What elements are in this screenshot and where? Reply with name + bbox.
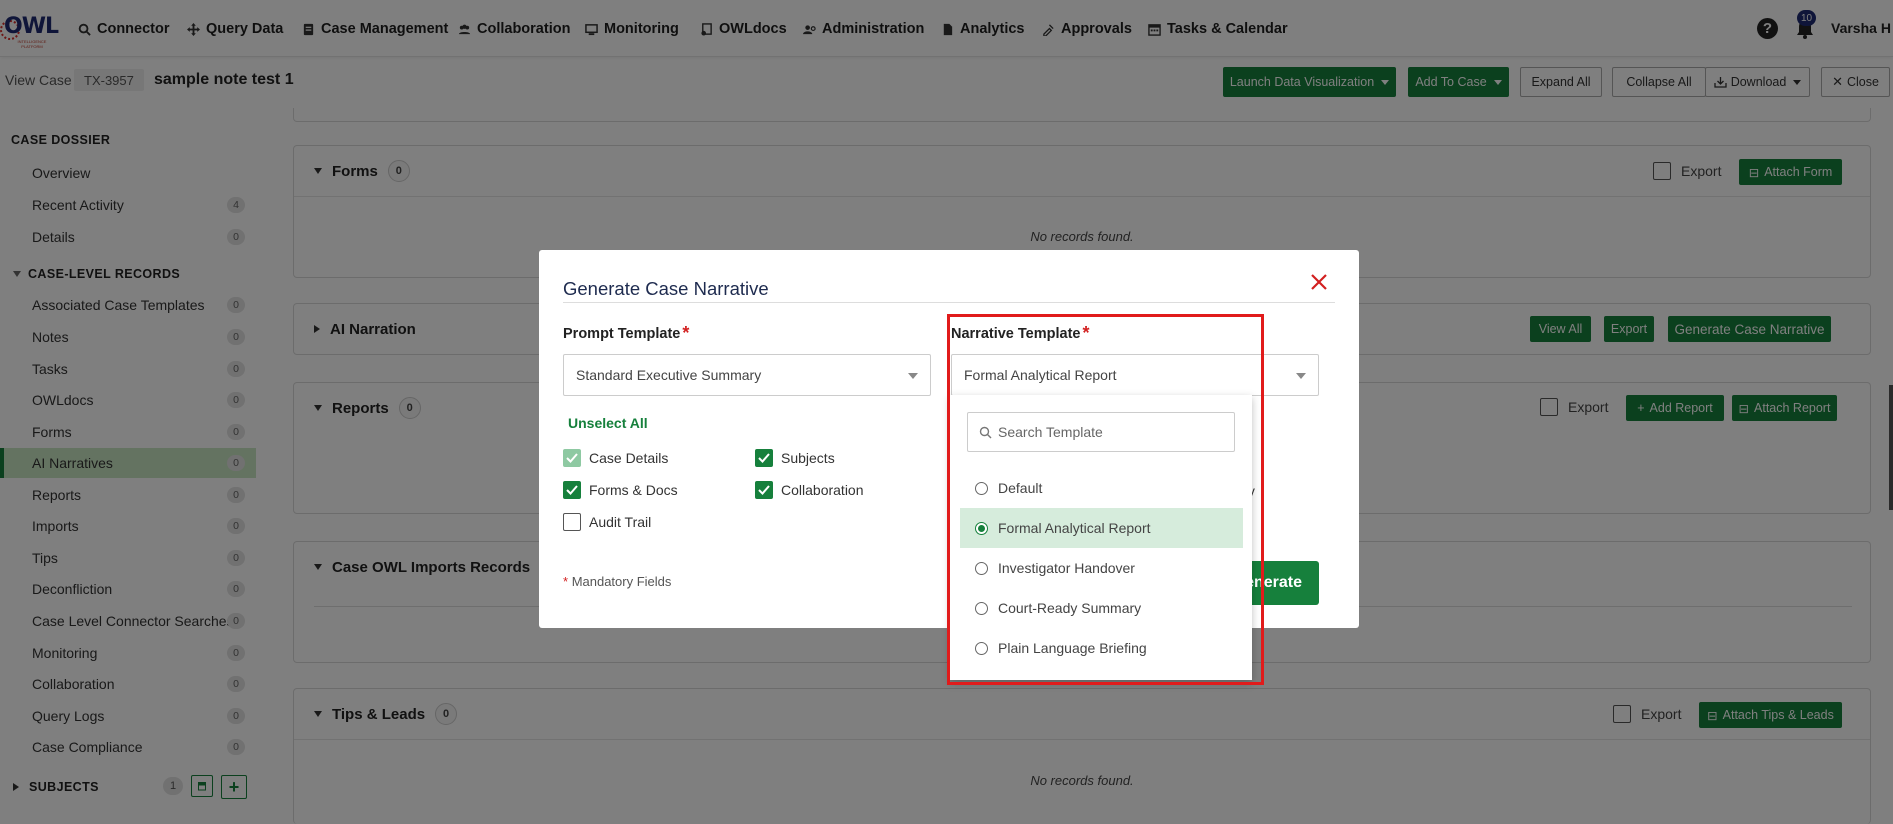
mandatory-note: * Mandatory Fields [563, 574, 671, 589]
check-icon [755, 481, 773, 499]
unselect-all-link[interactable]: Unselect All [568, 415, 648, 431]
chevron-down-icon [1296, 373, 1306, 379]
divider [563, 302, 1335, 303]
checkbox-label: Case Details [589, 450, 669, 466]
checkbox-label: Forms & Docs [589, 482, 678, 498]
close-icon[interactable] [1309, 272, 1329, 292]
select-value: Standard Executive Summary [576, 367, 762, 383]
chevron-down-icon [908, 373, 918, 379]
check-icon [563, 481, 581, 499]
prompt-template-label: Prompt Template * [563, 323, 689, 344]
check-icon [563, 449, 581, 467]
prompt-template-select[interactable]: Standard Executive Summary [563, 354, 931, 396]
required-asterisk: * [563, 574, 569, 589]
checkbox-subjects[interactable]: Subjects [755, 449, 835, 467]
required-asterisk: * [682, 323, 690, 343]
checkbox-forms-docs[interactable]: Forms & Docs [563, 481, 678, 499]
checkbox-case-details[interactable]: Case Details [563, 449, 668, 467]
checkbox-collaboration[interactable]: Collaboration [755, 481, 864, 499]
checkbox-label: Subjects [781, 450, 835, 466]
modal-title: Generate Case Narrative [563, 278, 769, 299]
check-icon [755, 449, 773, 467]
checkbox-box [563, 513, 581, 531]
checkbox-label: Collaboration [781, 482, 864, 498]
checkbox-audit-trail[interactable]: Audit Trail [563, 513, 651, 531]
mandatory-text: Mandatory Fields [571, 574, 672, 589]
highlight-box [947, 314, 1264, 685]
checkbox-label: Audit Trail [589, 514, 652, 530]
label-text: Prompt Template [563, 326, 681, 342]
